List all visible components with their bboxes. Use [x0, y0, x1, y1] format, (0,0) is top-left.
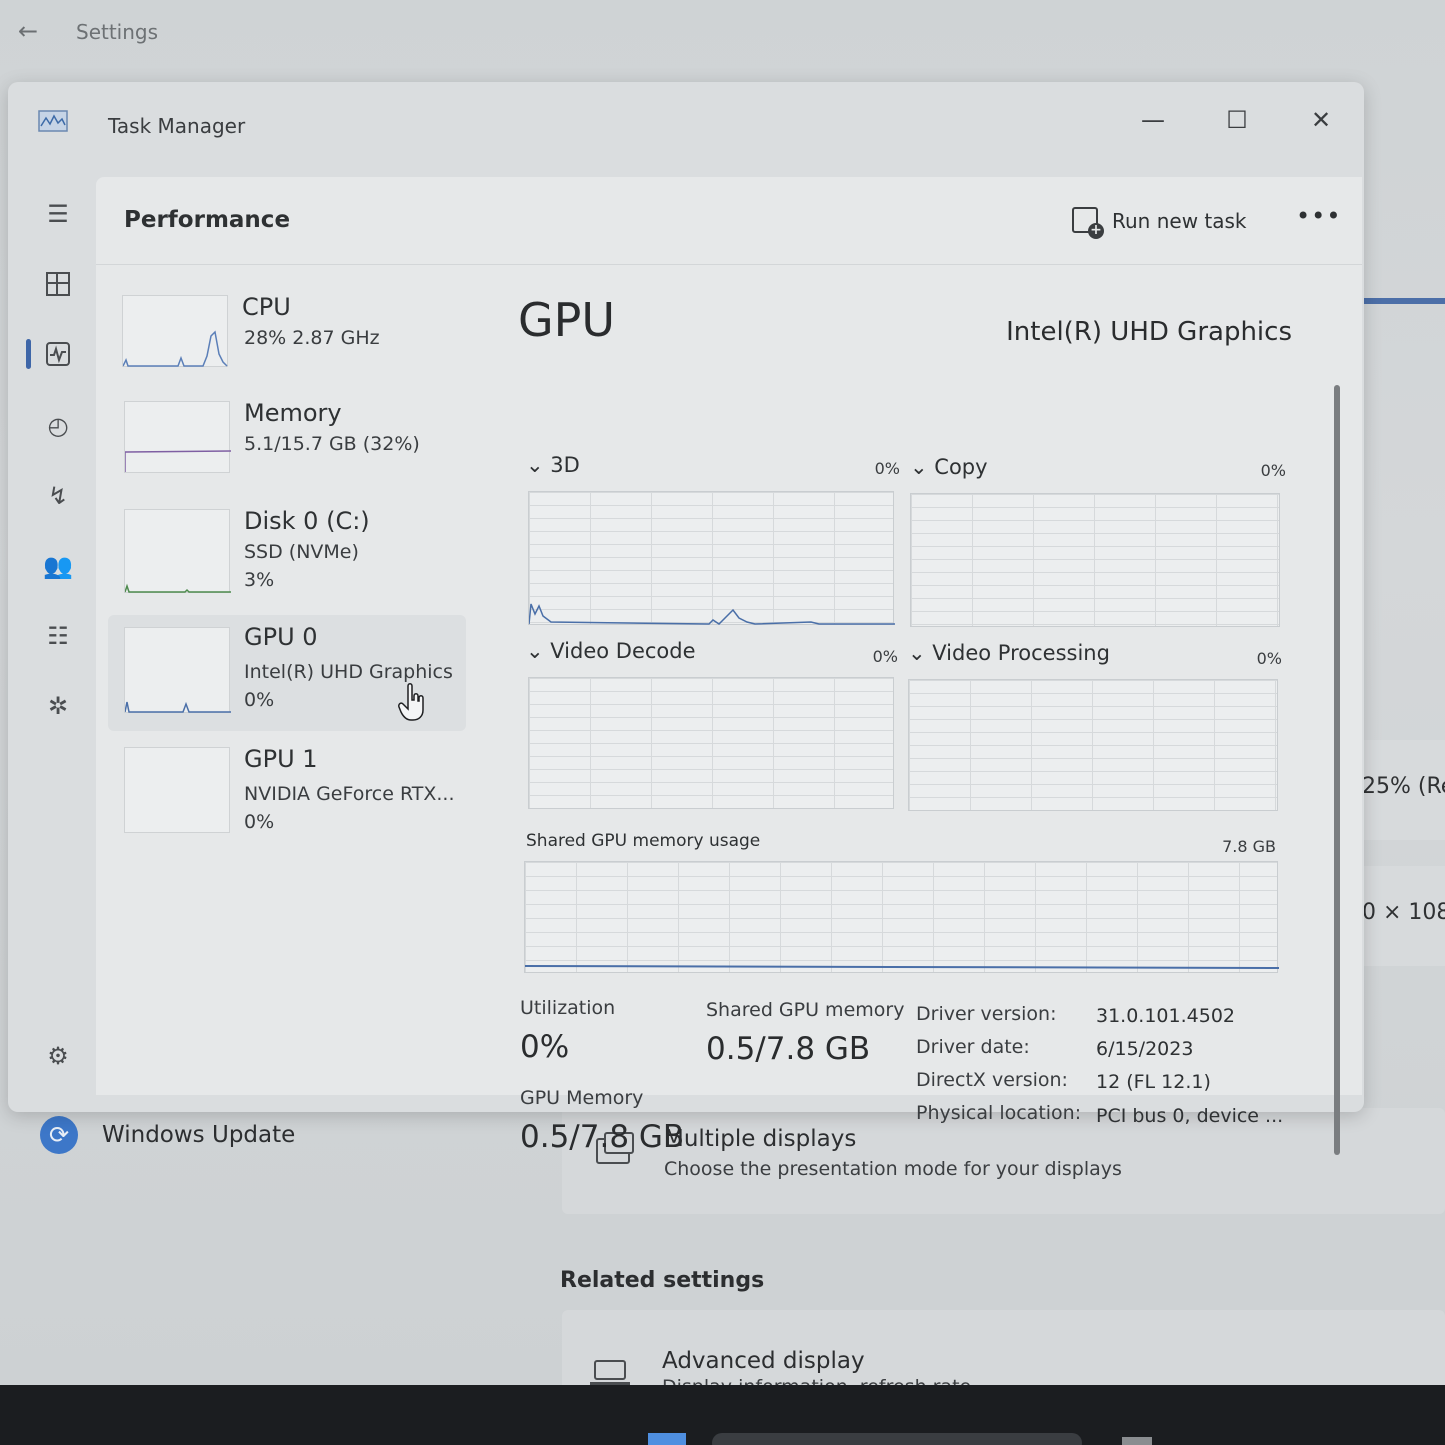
device-model: Intel(R) UHD Graphics [244, 661, 453, 683]
settings-title-bar: ← Settings [0, 0, 1445, 70]
page-title: Performance [124, 207, 291, 233]
device-name: Memory [244, 399, 342, 427]
cpu-mini-graph [122, 295, 228, 367]
hand-cursor-icon [398, 683, 424, 721]
advanced-display-card[interactable]: Advanced display Display information, re… [562, 1310, 1445, 1385]
engine-3d-percent: 0% [874, 459, 900, 478]
performance-icon[interactable] [36, 332, 80, 376]
gpu1-mini-graph [124, 747, 230, 833]
engine-label: Copy [934, 455, 988, 479]
shared-memory-graph-label: Shared GPU memory usage [526, 831, 761, 851]
windows-update-label: Windows Update [102, 1122, 296, 1148]
engine-video-processing-graph [908, 679, 1278, 811]
device-memory[interactable]: Memory 5.1/15.7 GB (32%) [108, 391, 466, 503]
disk-mini-graph [124, 509, 231, 593]
engine-3d-dropdown[interactable]: ⌄ 3D [526, 453, 580, 477]
back-arrow-icon[interactable]: ← [18, 18, 44, 44]
driver-version-value: 31.0.101.4502 [1096, 1005, 1236, 1027]
device-model: NVIDIA GeForce RTX... [244, 783, 455, 805]
multiple-displays-title: Multiple displays [664, 1126, 857, 1152]
device-usage: 5.1/15.7 GB (32%) [244, 433, 420, 455]
users-icon[interactable]: 👥 [36, 544, 80, 588]
task-manager-app-icon [38, 110, 68, 132]
run-new-task-icon [1072, 207, 1104, 239]
settings-title: Settings [76, 20, 159, 44]
device-disk-0[interactable]: Disk 0 (C:) SSD (NVMe) 3% [108, 499, 466, 611]
monitor-icon [590, 1360, 630, 1385]
engine-label: Video Decode [550, 639, 696, 663]
engine-video-decode-percent: 0% [872, 647, 898, 666]
display-accent-bar [1360, 298, 1445, 304]
driver-date-value: 6/15/2023 [1096, 1038, 1194, 1060]
engine-label: Video Processing [932, 641, 1110, 665]
gpu-model-name: Intel(R) UHD Graphics [1006, 317, 1292, 347]
performance-header: Performance Run new task ••• [96, 177, 1362, 265]
engine-3d-graph [528, 491, 895, 625]
engine-video-decode-graph [528, 677, 894, 809]
app-history-icon[interactable]: ◴ [36, 404, 80, 448]
taskbar-app[interactable] [1122, 1437, 1152, 1445]
settings-icon[interactable]: ⚙ [36, 1034, 80, 1078]
device-type: SSD (NVMe) [244, 541, 359, 563]
engine-video-decode-dropdown[interactable]: ⌄ Video Decode [526, 639, 696, 663]
engine-label: 3D [550, 453, 580, 477]
device-usage: 0% [244, 689, 275, 711]
window-title: Task Manager [108, 114, 246, 138]
gpu-heading: GPU [518, 293, 616, 347]
vertical-scrollbar[interactable] [1334, 385, 1340, 1155]
shared-memory-graph-max: 7.8 GB [1222, 837, 1276, 856]
device-name: CPU [242, 293, 291, 321]
driver-version-key: Driver version: [916, 1003, 1057, 1025]
advanced-display-subtitle: Display information, refresh rate [662, 1376, 971, 1385]
utilization-label: Utilization [520, 997, 616, 1019]
engine-video-processing-percent: 0% [1256, 649, 1282, 668]
engine-copy-percent: 0% [1260, 461, 1286, 480]
startup-apps-icon[interactable]: ↯ [36, 474, 80, 518]
close-button[interactable]: ✕ [1298, 100, 1344, 140]
engine-copy-dropdown[interactable]: ⌄ Copy [910, 455, 988, 479]
device-name: Disk 0 (C:) [244, 507, 370, 535]
run-new-task-label: Run new task [1112, 209, 1247, 233]
memory-mini-graph [124, 401, 231, 473]
taskbar [0, 1385, 1445, 1445]
device-name: GPU 0 [244, 623, 318, 651]
multiple-displays-subtitle: Choose the presentation mode for your di… [664, 1158, 1122, 1180]
taskbar-search[interactable] [712, 1433, 1082, 1445]
directx-version-key: DirectX version: [916, 1069, 1068, 1091]
shared-memory-value: 0.5/7.8 GB [706, 1031, 871, 1067]
utilization-value: 0% [520, 1029, 570, 1065]
device-cpu[interactable]: CPU 28% 2.87 GHz [108, 285, 466, 397]
more-options-button[interactable]: ••• [1296, 201, 1340, 237]
gpu0-mini-graph [124, 627, 231, 713]
services-icon[interactable]: ✲ [36, 684, 80, 728]
directx-version-value: 12 (FL 12.1) [1096, 1071, 1211, 1093]
driver-date-key: Driver date: [916, 1036, 1030, 1058]
task-manager-window: Task Manager — ☐ ✕ ☰ ◴ ↯ 👥 ☷ ✲ ⚙ Perform… [8, 82, 1364, 1155]
nav-active-indicator [26, 339, 31, 369]
shared-memory-graph [524, 861, 1279, 973]
physical-location-value: PCI bus 0, device ... [1096, 1105, 1284, 1127]
device-name: GPU 1 [244, 745, 318, 773]
device-usage: 0% [244, 811, 275, 833]
processes-icon[interactable] [36, 262, 80, 306]
device-usage: 3% [244, 569, 275, 591]
performance-panel: Performance Run new task ••• CPU 28% 2.8… [96, 177, 1362, 1155]
related-settings-heading: Related settings [560, 1268, 765, 1293]
engine-video-processing-dropdown[interactable]: ⌄ Video Processing [908, 641, 1110, 665]
device-gpu-1[interactable]: GPU 1 NVIDIA GeForce RTX... 0% [108, 737, 466, 849]
engine-copy-graph [910, 493, 1280, 627]
maximize-button[interactable]: ☐ [1214, 100, 1260, 140]
advanced-display-title: Advanced display [662, 1348, 865, 1374]
device-usage: 28% 2.87 GHz [244, 327, 380, 349]
details-icon[interactable]: ☷ [36, 614, 80, 658]
gpu-memory-label: GPU Memory [520, 1087, 644, 1109]
gpu-memory-value: 0.5/7.8 GB [520, 1119, 685, 1155]
nav-rail: ☰ ◴ ↯ 👥 ☷ ✲ ⚙ [16, 182, 96, 1102]
minimize-button[interactable]: — [1130, 100, 1176, 140]
shared-memory-label: Shared GPU memory [706, 999, 905, 1021]
hamburger-icon[interactable]: ☰ [36, 192, 80, 236]
start-button[interactable] [648, 1433, 686, 1445]
physical-location-key: Physical location: [916, 1102, 1082, 1124]
windows-update-icon: ⟳ [40, 1116, 78, 1154]
